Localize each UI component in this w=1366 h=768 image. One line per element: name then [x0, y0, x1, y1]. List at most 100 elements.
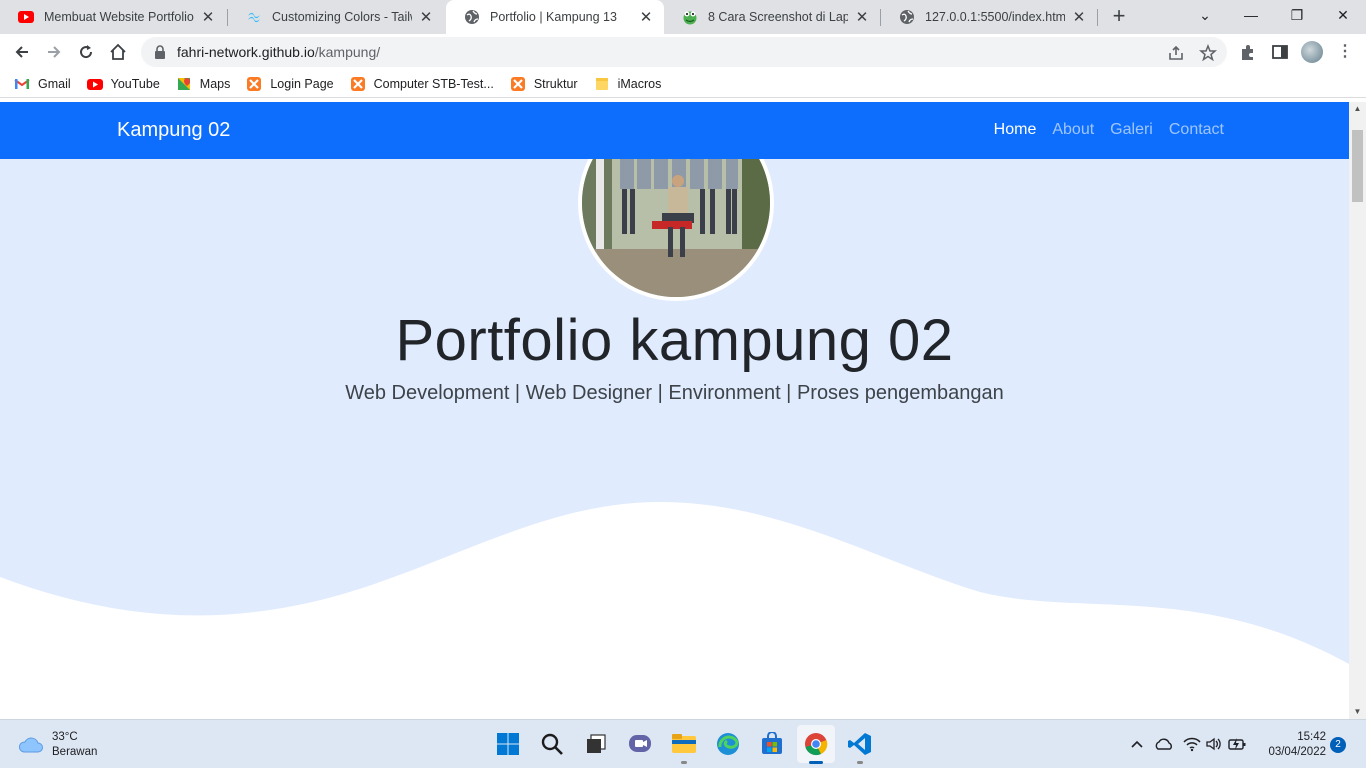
- bookmark-label: Struktur: [533, 76, 578, 91]
- scroll-up-arrow-icon[interactable]: ▲: [1349, 102, 1366, 116]
- bookmark-maps[interactable]: Maps: [176, 76, 231, 92]
- tab-title: Membuat Website Portfolio M: [44, 10, 194, 24]
- xampp-icon: [247, 76, 262, 91]
- side-panel-icon[interactable]: [1270, 42, 1290, 62]
- extensions-icon[interactable]: [1238, 42, 1258, 62]
- tab-search-button[interactable]: ⌄: [1182, 0, 1228, 32]
- forward-button[interactable]: [40, 38, 68, 66]
- scroll-down-arrow-icon[interactable]: ▼: [1349, 705, 1366, 719]
- chat-icon: [629, 735, 651, 752]
- notification-badge[interactable]: 2: [1330, 737, 1346, 753]
- close-tab-icon[interactable]: ✕: [418, 8, 434, 26]
- bookmark-label: Gmail: [38, 76, 71, 91]
- bookmark-label: Computer STB-Test...: [373, 76, 494, 91]
- tab-cara-screenshot[interactable]: 8 Cara Screenshot di Laptop ✕: [664, 0, 880, 34]
- profile-avatar[interactable]: [1301, 41, 1323, 63]
- new-tab-button[interactable]: +: [1107, 4, 1131, 30]
- page-viewport: Kampung 02 Home About Galeri Contact Por…: [0, 102, 1349, 719]
- bookmark-star-icon[interactable]: [1199, 44, 1217, 62]
- close-window-button[interactable]: ✕: [1320, 0, 1366, 32]
- running-indicator: [857, 761, 863, 764]
- close-tab-icon[interactable]: ✕: [200, 8, 216, 26]
- battery-charging-icon[interactable]: [1227, 736, 1247, 752]
- tailwind-icon: [248, 12, 260, 23]
- microsoft-store-button[interactable]: [757, 729, 787, 759]
- tab-title: Customizing Colors - Tailwind: [272, 10, 412, 24]
- nav-galeri[interactable]: Galeri: [1110, 121, 1153, 139]
- url-text[interactable]: fahri-network.github.io/kampung/: [177, 44, 380, 60]
- wifi-icon[interactable]: [1183, 736, 1201, 752]
- edge-icon: [717, 733, 739, 755]
- file-explorer-button[interactable]: [669, 729, 699, 759]
- chevron-up-icon[interactable]: [1129, 736, 1145, 752]
- forward-arrow-icon: [48, 46, 61, 58]
- bookmark-computer-stb[interactable]: Computer STB-Test...: [350, 76, 494, 92]
- windows-logo-icon: [497, 733, 519, 755]
- start-button[interactable]: [493, 729, 523, 759]
- maximize-button[interactable]: ❐: [1274, 0, 1320, 32]
- tab-strip: Membuat Website Portfolio M ✕ Customizin…: [0, 0, 1366, 34]
- system-tray: [1129, 735, 1247, 753]
- tab-title: 127.0.0.1:5500/index.html: [925, 10, 1065, 24]
- hero-wave-divider: [0, 502, 1349, 719]
- frog-icon: [683, 11, 697, 25]
- chrome-icon: [805, 733, 828, 756]
- back-button[interactable]: [8, 38, 36, 66]
- weather-widget[interactable]: 33°C Berawan: [18, 730, 97, 760]
- hero-title: Portfolio kampung 02: [395, 308, 954, 373]
- vscode-icon: [848, 733, 871, 755]
- bookmark-login-page[interactable]: Login Page: [246, 76, 334, 92]
- edge-button[interactable]: [713, 729, 743, 759]
- system-clock[interactable]: 15:42 03/04/2022: [1256, 730, 1326, 760]
- globe-icon: [465, 10, 479, 24]
- nav-contact[interactable]: Contact: [1169, 121, 1224, 139]
- close-tab-icon[interactable]: ✕: [638, 8, 654, 26]
- volume-icon[interactable]: [1205, 736, 1223, 752]
- address-bar[interactable]: fahri-network.github.io/kampung/: [141, 37, 1227, 67]
- page-scrollbar[interactable]: ▲ ▼: [1349, 102, 1366, 719]
- bookmark-youtube[interactable]: YouTube: [86, 76, 160, 92]
- tab-portfolio-kampung[interactable]: Portfolio | Kampung 13 ✕: [446, 0, 664, 34]
- onedrive-cloud-icon[interactable]: [1153, 736, 1175, 752]
- bookmarks-bar: Gmail YouTube Maps Login Page Computer S…: [0, 70, 1366, 98]
- reload-button[interactable]: [72, 38, 100, 66]
- site-brand[interactable]: Kampung 02: [117, 119, 230, 142]
- lock-icon[interactable]: [153, 45, 167, 59]
- task-view-button[interactable]: [581, 729, 611, 759]
- bookmark-label: Maps: [199, 76, 231, 91]
- tab-membuat-website[interactable]: Membuat Website Portfolio M ✕: [0, 0, 226, 34]
- chrome-button[interactable]: [797, 725, 835, 763]
- search-button[interactable]: [537, 729, 567, 759]
- home-icon: [110, 43, 126, 60]
- scroll-thumb[interactable]: [1352, 130, 1363, 202]
- url-path: /kampung/: [314, 44, 381, 60]
- browser-toolbar: fahri-network.github.io/kampung/ ⋮: [0, 34, 1366, 70]
- share-icon[interactable]: [1167, 44, 1185, 62]
- cloud-weather-icon: [18, 737, 43, 753]
- more-menu-icon[interactable]: ⋮: [1337, 41, 1353, 63]
- running-indicator: [681, 761, 687, 764]
- tab-separator: [1097, 9, 1098, 26]
- tab-localhost[interactable]: 127.0.0.1:5500/index.html ✕: [881, 0, 1097, 34]
- close-tab-icon[interactable]: ✕: [1071, 8, 1087, 26]
- bookmark-struktur[interactable]: Struktur: [510, 76, 578, 92]
- clock-date: 03/04/2022: [1268, 746, 1326, 758]
- nav-home[interactable]: Home: [994, 121, 1037, 139]
- tab-customizing-colors[interactable]: Customizing Colors - Tailwind ✕: [228, 0, 444, 34]
- minimize-button[interactable]: —: [1228, 0, 1274, 32]
- clock-time: 15:42: [1297, 731, 1326, 743]
- weather-condition: Berawan: [52, 746, 98, 758]
- nav-about[interactable]: About: [1052, 121, 1094, 139]
- close-tab-icon[interactable]: ✕: [854, 8, 870, 26]
- url-host: fahri-network.github.io: [177, 44, 315, 60]
- teams-chat-button[interactable]: [625, 729, 655, 759]
- back-arrow-icon: [15, 46, 28, 58]
- windows-taskbar: 33°C Berawan 15:42 03/04/2022 2: [0, 719, 1366, 768]
- home-button[interactable]: [104, 38, 132, 66]
- tab-title: 8 Cara Screenshot di Laptop: [708, 10, 848, 24]
- task-view-icon: [587, 734, 606, 753]
- maps-icon: [177, 77, 190, 90]
- vscode-button[interactable]: [845, 729, 875, 759]
- bookmark-imacros[interactable]: iMacros: [594, 76, 661, 92]
- bookmark-gmail[interactable]: Gmail: [14, 76, 71, 92]
